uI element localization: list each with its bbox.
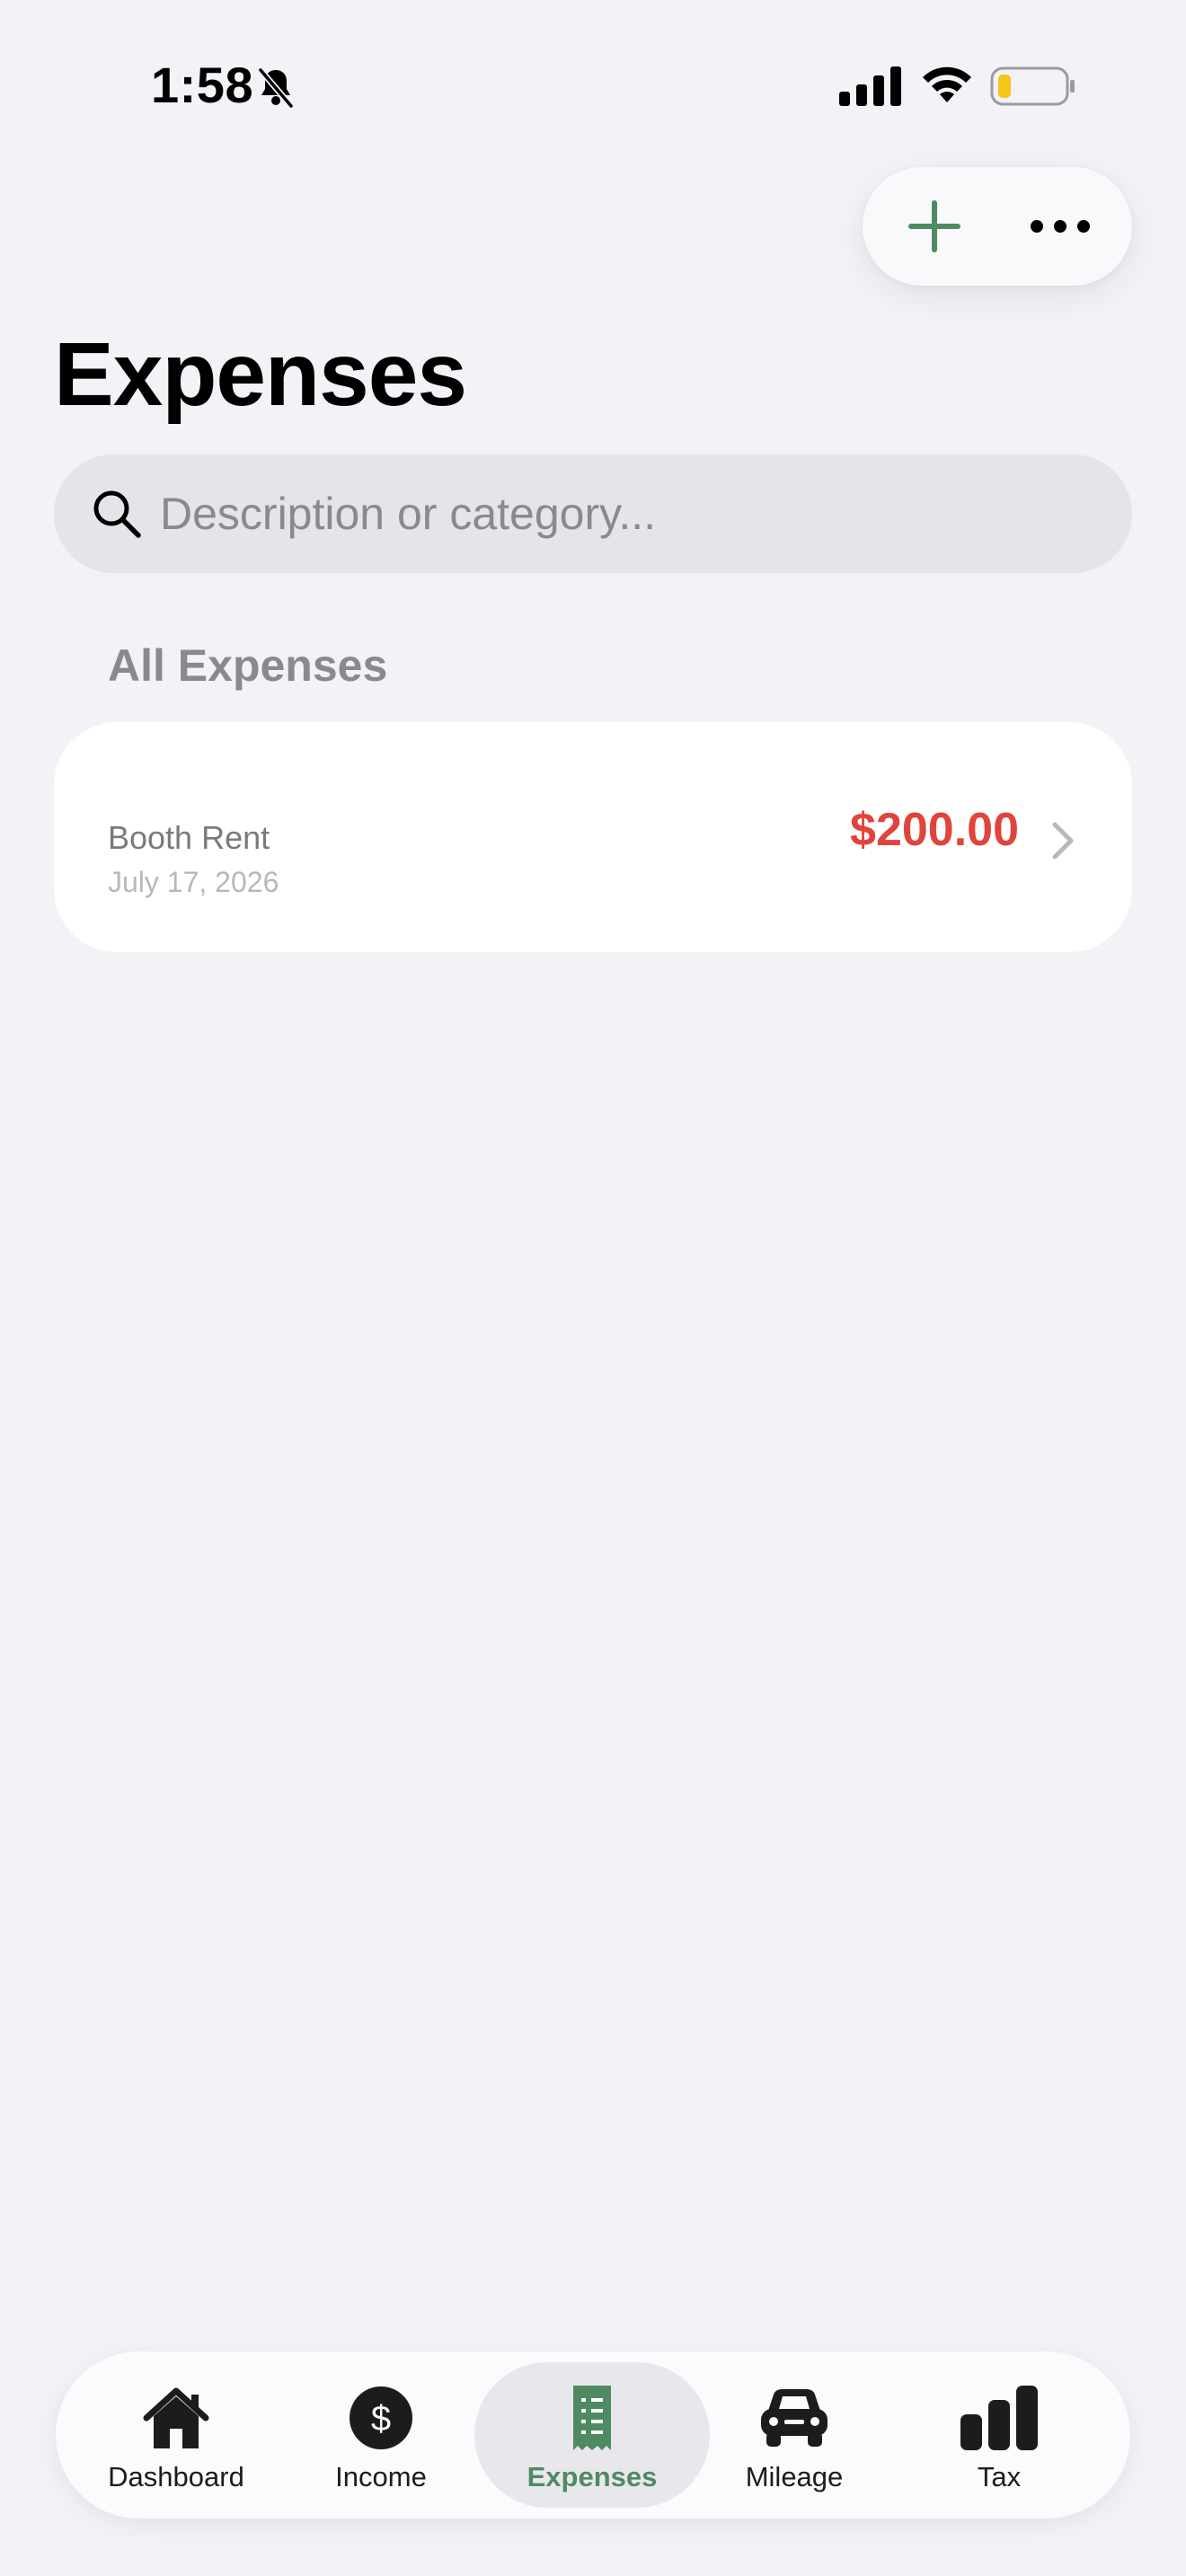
receipt-icon xyxy=(573,2386,611,2450)
search-input[interactable] xyxy=(160,454,1094,573)
expense-amount: $200.00 xyxy=(850,804,1019,856)
search-bar[interactable] xyxy=(54,454,1132,573)
house-icon xyxy=(143,2387,209,2448)
tab-mileage[interactable]: Mileage xyxy=(704,2362,884,2508)
tab-label: Income xyxy=(335,2461,427,2492)
wifi-icon xyxy=(923,66,971,102)
tab-tax[interactable]: Tax xyxy=(909,2362,1089,2508)
bell-slash-icon xyxy=(258,67,294,109)
tab-label: Mileage xyxy=(745,2461,844,2492)
tab-label: Dashboard xyxy=(108,2461,244,2492)
tab-bar: Dashboard $ Income Expenses Mileage Tax xyxy=(56,2351,1130,2519)
more-options-button[interactable] xyxy=(1015,181,1105,271)
tab-dashboard[interactable]: Dashboard xyxy=(86,2362,266,2508)
cellular-signal-icon xyxy=(839,66,901,106)
dollar-circle-icon: $ xyxy=(350,2386,412,2449)
chevron-right-icon xyxy=(1052,822,1074,860)
toolbar-actions xyxy=(863,167,1132,286)
tab-label: Expenses xyxy=(527,2461,658,2492)
bar-chart-icon xyxy=(960,2386,1038,2450)
add-expense-button[interactable] xyxy=(890,181,979,271)
battery-icon xyxy=(990,66,1075,106)
car-icon xyxy=(761,2389,828,2447)
expense-date: July 17, 2026 xyxy=(108,866,279,898)
expense-row[interactable]: Booth Rent July 17, 2026 $200.00 xyxy=(54,722,1132,952)
page-title: Expenses xyxy=(54,324,467,425)
expense-title: Booth Rent xyxy=(108,819,270,856)
section-header: All Expenses xyxy=(108,640,388,691)
search-icon xyxy=(93,490,141,538)
svg-text:$: $ xyxy=(371,2399,391,2439)
tab-expenses[interactable]: Expenses xyxy=(474,2362,710,2508)
tab-label: Tax xyxy=(977,2461,1022,2492)
status-time: 1:58 xyxy=(151,57,254,113)
tab-income[interactable]: $ Income xyxy=(291,2362,471,2508)
status-bar: 1:58 xyxy=(0,0,1186,171)
